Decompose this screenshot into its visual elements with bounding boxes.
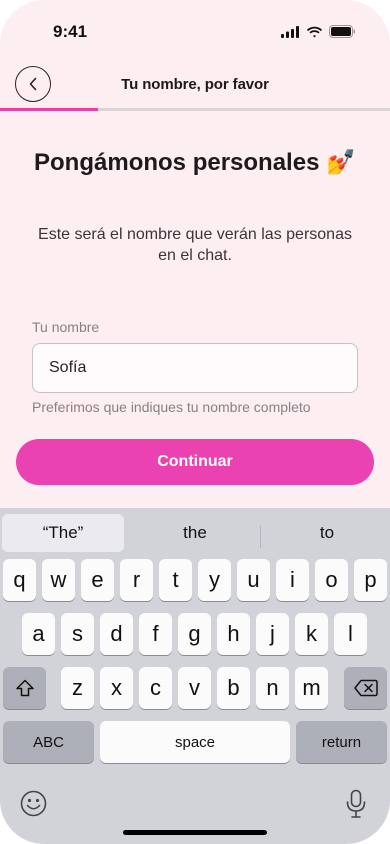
key-y[interactable]: y <box>198 559 231 601</box>
suggestion-bar: “The” the to <box>0 512 390 554</box>
backspace-icon <box>353 679 378 697</box>
key-d[interactable]: d <box>100 613 133 655</box>
name-input-value: Sofía <box>49 359 87 376</box>
key-e[interactable]: e <box>81 559 114 601</box>
status-time: 9:41 <box>53 22 88 41</box>
subtitle: Este será el nombre que verán las person… <box>38 226 352 264</box>
key-o[interactable]: o <box>315 559 348 601</box>
name-field-hint: Preferimos que indiques tu nombre comple… <box>32 399 311 415</box>
key-s[interactable]: s <box>61 613 94 655</box>
key-n[interactable]: n <box>256 667 289 709</box>
microphone-icon[interactable] <box>345 789 367 819</box>
progress-fill <box>0 108 98 111</box>
progress-bar <box>0 108 390 111</box>
keyboard: “The” the to q w e r t y u i o p a s d f… <box>0 508 390 844</box>
cellular-signal-icon <box>281 25 299 38</box>
status-bar: 9:41 <box>0 0 390 56</box>
key-a[interactable]: a <box>22 613 55 655</box>
phone-screen: 9:41 Tu nombre, por favor Pongámonos per… <box>0 0 390 844</box>
shift-key[interactable] <box>3 667 46 709</box>
key-x[interactable]: x <box>100 667 133 709</box>
key-w[interactable]: w <box>42 559 75 601</box>
abc-key[interactable]: ABC <box>3 721 94 763</box>
key-p[interactable]: p <box>354 559 387 601</box>
return-key[interactable]: return <box>296 721 387 763</box>
key-m[interactable]: m <box>295 667 328 709</box>
key-c[interactable]: c <box>139 667 172 709</box>
status-icons <box>281 25 356 38</box>
heading-text: Pongámonos personales <box>34 149 320 176</box>
key-q[interactable]: q <box>3 559 36 601</box>
key-r[interactable]: r <box>120 559 153 601</box>
suggestion-item[interactable]: to <box>266 514 388 552</box>
delete-key[interactable] <box>344 667 387 709</box>
shift-arrow-icon <box>15 679 34 697</box>
key-g[interactable]: g <box>178 613 211 655</box>
nail-polish-icon: 💅 <box>326 149 356 176</box>
suggestion-item[interactable]: “The” <box>2 514 124 552</box>
battery-icon <box>329 25 355 38</box>
key-h[interactable]: h <box>217 613 250 655</box>
key-i[interactable]: i <box>276 559 309 601</box>
space-key[interactable]: space <box>100 721 290 763</box>
key-f[interactable]: f <box>139 613 172 655</box>
suggestion-divider <box>260 526 261 548</box>
continue-button[interactable]: Continuar <box>16 439 374 485</box>
page-title: Tu nombre, por favor <box>121 76 269 93</box>
key-z[interactable]: z <box>61 667 94 709</box>
key-l[interactable]: l <box>334 613 367 655</box>
key-k[interactable]: k <box>295 613 328 655</box>
name-input[interactable]: Sofía <box>32 343 358 393</box>
key-v[interactable]: v <box>178 667 211 709</box>
home-indicator <box>123 830 267 835</box>
key-t[interactable]: t <box>159 559 192 601</box>
wifi-icon <box>306 26 323 37</box>
key-u[interactable]: u <box>237 559 270 601</box>
nav-header: Tu nombre, por favor <box>0 62 390 108</box>
key-j[interactable]: j <box>256 613 289 655</box>
main-heading: Pongámonos personales 💅 <box>0 148 390 177</box>
suggestion-item[interactable]: the <box>134 514 256 552</box>
key-b[interactable]: b <box>217 667 250 709</box>
name-field-label: Tu nombre <box>32 319 100 335</box>
emoji-icon[interactable] <box>20 790 47 817</box>
